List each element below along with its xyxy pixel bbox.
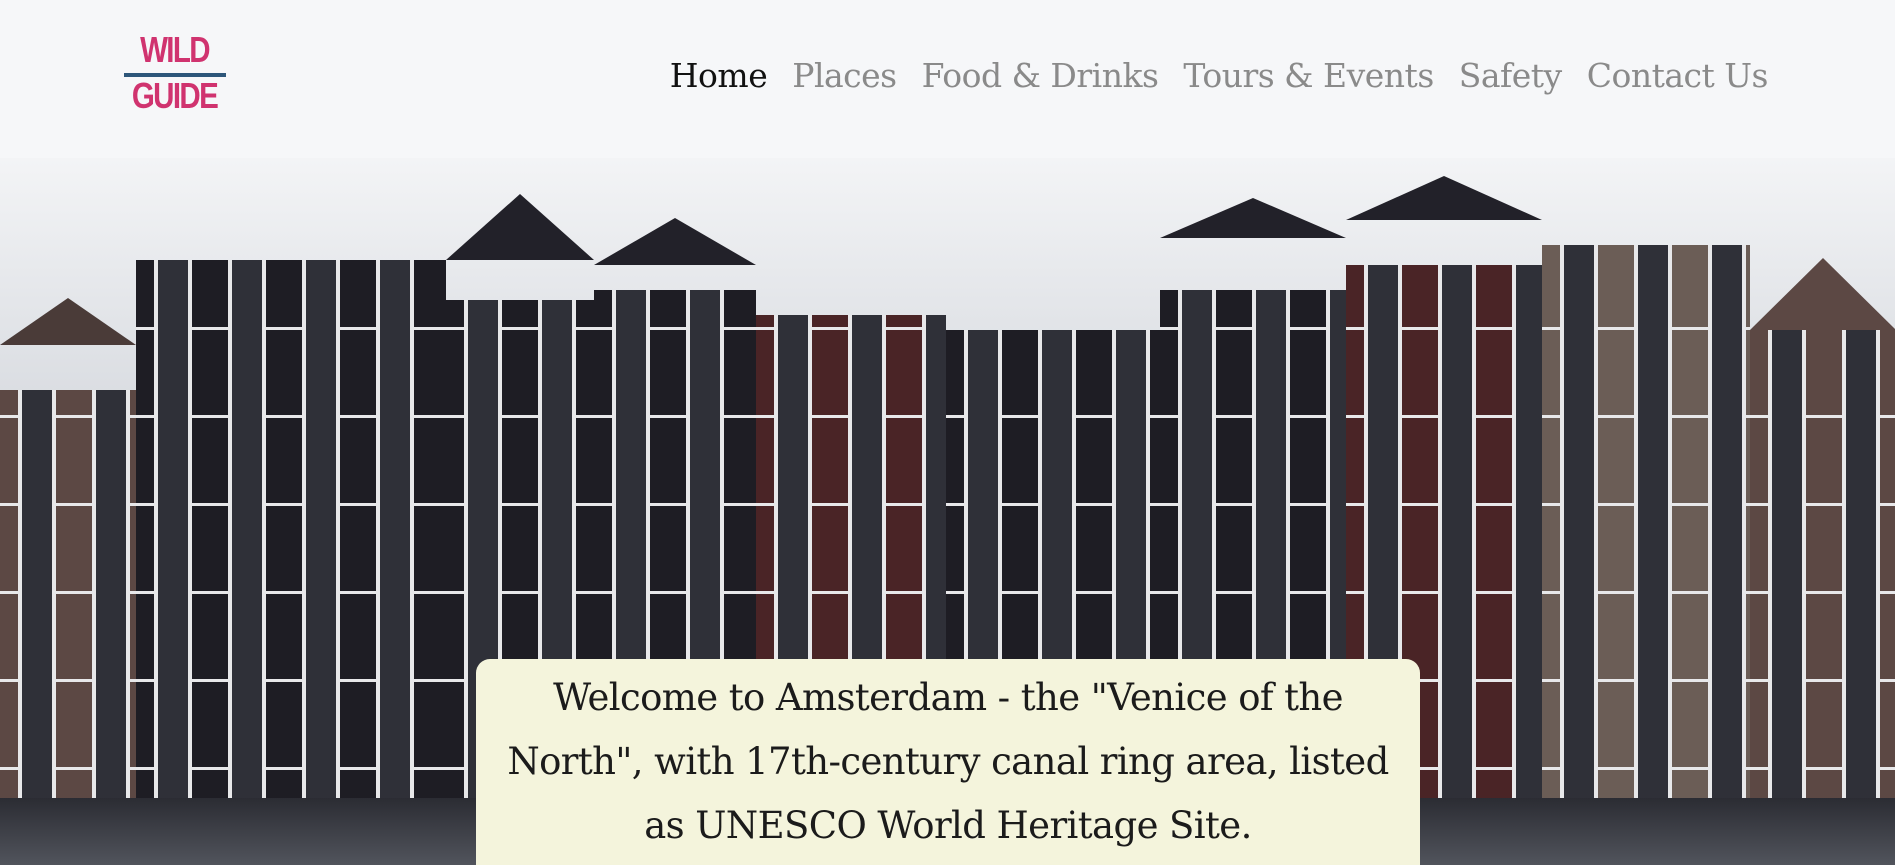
house-gable (1750, 258, 1895, 330)
main-nav: Home Places Food & Drinks Tours & Events… (670, 56, 1769, 95)
canal-house (136, 260, 446, 810)
site-header: WILD GUIDE Home Places Food & Drinks Tou… (0, 0, 1895, 158)
nav-food-drinks[interactable]: Food & Drinks (922, 56, 1159, 95)
welcome-caption: Welcome to Amsterdam - the "Venice of th… (476, 659, 1420, 865)
wild-guide-logo[interactable]: WILD GUIDE (122, 30, 227, 130)
canal-house (0, 390, 136, 810)
house-gable (0, 298, 136, 345)
nav-contact-us[interactable]: Contact Us (1587, 56, 1769, 95)
house-gable (1160, 198, 1346, 238)
canal-house (1542, 245, 1750, 810)
nav-home[interactable]: Home (670, 56, 768, 95)
logo-word-top: WILD (140, 29, 210, 70)
canal-house (1750, 330, 1895, 810)
nav-places[interactable]: Places (792, 56, 897, 95)
house-gable (446, 194, 594, 260)
nav-safety[interactable]: Safety (1459, 56, 1562, 95)
nav-tours-events[interactable]: Tours & Events (1183, 56, 1434, 95)
house-gable (594, 218, 756, 265)
welcome-text: Welcome to Amsterdam - the "Venice of th… (507, 676, 1389, 847)
house-gable (1346, 176, 1542, 220)
logo-word-bottom: GUIDE (131, 75, 219, 116)
